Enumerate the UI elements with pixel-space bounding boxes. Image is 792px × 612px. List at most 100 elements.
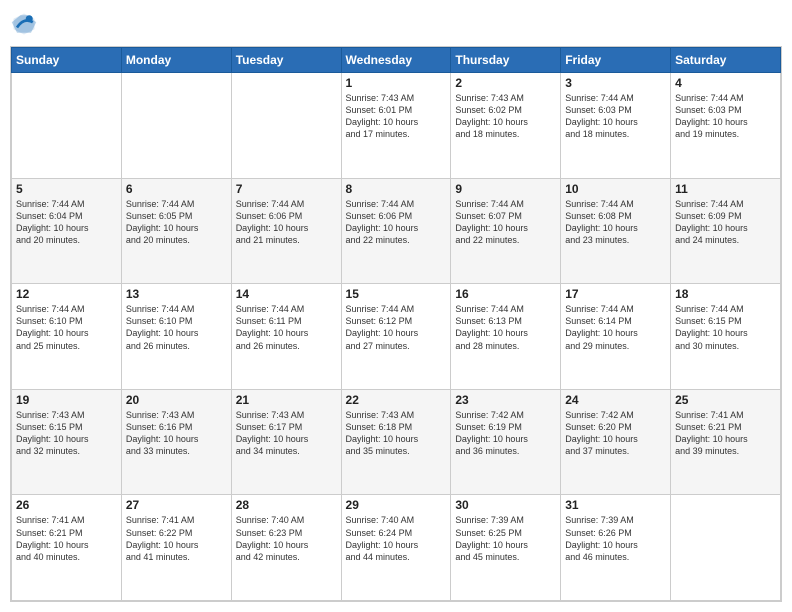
day-number: 5 (16, 182, 117, 196)
day-number: 19 (16, 393, 117, 407)
calendar-cell: 14 Sunrise: 7:44 AM Sunset: 6:11 PM Dayli… (231, 284, 341, 390)
generalblue-logo-icon (10, 10, 38, 38)
day-info: Sunrise: 7:44 AM Sunset: 6:11 PM Dayligh… (236, 303, 337, 352)
day-info: Sunrise: 7:44 AM Sunset: 6:14 PM Dayligh… (565, 303, 666, 352)
day-info: Sunrise: 7:44 AM Sunset: 6:15 PM Dayligh… (675, 303, 776, 352)
calendar-cell (671, 495, 781, 601)
calendar-cell: 8 Sunrise: 7:44 AM Sunset: 6:06 PM Daylig… (341, 178, 451, 284)
calendar-cell: 17 Sunrise: 7:44 AM Sunset: 6:14 PM Dayli… (561, 284, 671, 390)
day-info: Sunrise: 7:44 AM Sunset: 6:03 PM Dayligh… (565, 92, 666, 141)
day-info: Sunrise: 7:43 AM Sunset: 6:02 PM Dayligh… (455, 92, 556, 141)
calendar-cell: 26 Sunrise: 7:41 AM Sunset: 6:21 PM Dayli… (12, 495, 122, 601)
day-number: 4 (675, 76, 776, 90)
day-number: 10 (565, 182, 666, 196)
calendar-day-header: Saturday (671, 48, 781, 73)
calendar-cell (121, 73, 231, 179)
calendar-cell: 20 Sunrise: 7:43 AM Sunset: 6:16 PM Dayli… (121, 389, 231, 495)
calendar-week-row: 12 Sunrise: 7:44 AM Sunset: 6:10 PM Dayli… (12, 284, 781, 390)
day-info: Sunrise: 7:43 AM Sunset: 6:15 PM Dayligh… (16, 409, 117, 458)
day-number: 23 (455, 393, 556, 407)
day-info: Sunrise: 7:44 AM Sunset: 6:09 PM Dayligh… (675, 198, 776, 247)
calendar-cell: 6 Sunrise: 7:44 AM Sunset: 6:05 PM Daylig… (121, 178, 231, 284)
day-number: 2 (455, 76, 556, 90)
calendar-cell: 10 Sunrise: 7:44 AM Sunset: 6:08 PM Dayli… (561, 178, 671, 284)
day-info: Sunrise: 7:40 AM Sunset: 6:23 PM Dayligh… (236, 514, 337, 563)
calendar-cell: 27 Sunrise: 7:41 AM Sunset: 6:22 PM Dayli… (121, 495, 231, 601)
calendar-cell: 15 Sunrise: 7:44 AM Sunset: 6:12 PM Dayli… (341, 284, 451, 390)
calendar-cell: 21 Sunrise: 7:43 AM Sunset: 6:17 PM Dayli… (231, 389, 341, 495)
day-info: Sunrise: 7:44 AM Sunset: 6:06 PM Dayligh… (346, 198, 447, 247)
calendar-cell: 4 Sunrise: 7:44 AM Sunset: 6:03 PM Daylig… (671, 73, 781, 179)
day-number: 6 (126, 182, 227, 196)
day-number: 11 (675, 182, 776, 196)
day-info: Sunrise: 7:43 AM Sunset: 6:18 PM Dayligh… (346, 409, 447, 458)
calendar-cell: 24 Sunrise: 7:42 AM Sunset: 6:20 PM Dayli… (561, 389, 671, 495)
day-number: 27 (126, 498, 227, 512)
day-info: Sunrise: 7:44 AM Sunset: 6:08 PM Dayligh… (565, 198, 666, 247)
calendar-day-header: Monday (121, 48, 231, 73)
day-info: Sunrise: 7:39 AM Sunset: 6:26 PM Dayligh… (565, 514, 666, 563)
day-info: Sunrise: 7:44 AM Sunset: 6:03 PM Dayligh… (675, 92, 776, 141)
day-info: Sunrise: 7:42 AM Sunset: 6:19 PM Dayligh… (455, 409, 556, 458)
calendar-cell: 7 Sunrise: 7:44 AM Sunset: 6:06 PM Daylig… (231, 178, 341, 284)
day-number: 13 (126, 287, 227, 301)
calendar-cell: 12 Sunrise: 7:44 AM Sunset: 6:10 PM Dayli… (12, 284, 122, 390)
calendar-cell (12, 73, 122, 179)
day-number: 22 (346, 393, 447, 407)
day-info: Sunrise: 7:44 AM Sunset: 6:13 PM Dayligh… (455, 303, 556, 352)
calendar-week-row: 5 Sunrise: 7:44 AM Sunset: 6:04 PM Daylig… (12, 178, 781, 284)
day-info: Sunrise: 7:42 AM Sunset: 6:20 PM Dayligh… (565, 409, 666, 458)
day-info: Sunrise: 7:44 AM Sunset: 6:12 PM Dayligh… (346, 303, 447, 352)
calendar: SundayMondayTuesdayWednesdayThursdayFrid… (10, 46, 782, 602)
calendar-header-row: SundayMondayTuesdayWednesdayThursdayFrid… (12, 48, 781, 73)
calendar-cell: 13 Sunrise: 7:44 AM Sunset: 6:10 PM Dayli… (121, 284, 231, 390)
day-number: 1 (346, 76, 447, 90)
day-info: Sunrise: 7:39 AM Sunset: 6:25 PM Dayligh… (455, 514, 556, 563)
day-number: 26 (16, 498, 117, 512)
calendar-cell: 25Sunrise: 7:41 AM Sunset: 6:21 PM Dayli… (671, 389, 781, 495)
calendar-cell: 9Sunrise: 7:44 AM Sunset: 6:07 PM Daylig… (451, 178, 561, 284)
calendar-day-header: Sunday (12, 48, 122, 73)
day-number: 9 (455, 182, 556, 196)
calendar-cell: 30 Sunrise: 7:39 AM Sunset: 6:25 PM Dayli… (451, 495, 561, 601)
day-number: 28 (236, 498, 337, 512)
day-number: 14 (236, 287, 337, 301)
day-number: 18 (675, 287, 776, 301)
day-number: 12 (16, 287, 117, 301)
day-info: Sunrise: 7:41 AM Sunset: 6:22 PM Dayligh… (126, 514, 227, 563)
day-number: 7 (236, 182, 337, 196)
calendar-day-header: Friday (561, 48, 671, 73)
day-number: 24 (565, 393, 666, 407)
calendar-cell: 18 Sunrise: 7:44 AM Sunset: 6:15 PM Dayli… (671, 284, 781, 390)
calendar-cell: 28 Sunrise: 7:40 AM Sunset: 6:23 PM Dayli… (231, 495, 341, 601)
calendar-cell: 29Sunrise: 7:40 AM Sunset: 6:24 PM Dayli… (341, 495, 451, 601)
day-info: Sunrise: 7:44 AM Sunset: 6:05 PM Dayligh… (126, 198, 227, 247)
day-number: 15 (346, 287, 447, 301)
day-number: 20 (126, 393, 227, 407)
day-info: Sunrise: 7:41 AM Sunset: 6:21 PM Dayligh… (675, 409, 776, 458)
day-info: Sunrise: 7:43 AM Sunset: 6:16 PM Dayligh… (126, 409, 227, 458)
calendar-cell: 19 Sunrise: 7:43 AM Sunset: 6:15 PM Dayli… (12, 389, 122, 495)
day-info: Sunrise: 7:44 AM Sunset: 6:06 PM Dayligh… (236, 198, 337, 247)
logo (10, 10, 42, 38)
day-info: Sunrise: 7:43 AM Sunset: 6:17 PM Dayligh… (236, 409, 337, 458)
calendar-cell (231, 73, 341, 179)
day-number: 16 (455, 287, 556, 301)
day-info: Sunrise: 7:44 AM Sunset: 6:10 PM Dayligh… (16, 303, 117, 352)
calendar-week-row: 1 Sunrise: 7:43 AM Sunset: 6:01 PM Daylig… (12, 73, 781, 179)
day-info: Sunrise: 7:44 AM Sunset: 6:04 PM Dayligh… (16, 198, 117, 247)
calendar-week-row: 26 Sunrise: 7:41 AM Sunset: 6:21 PM Dayli… (12, 495, 781, 601)
day-info: Sunrise: 7:44 AM Sunset: 6:10 PM Dayligh… (126, 303, 227, 352)
day-number: 31 (565, 498, 666, 512)
calendar-day-header: Thursday (451, 48, 561, 73)
day-number: 17 (565, 287, 666, 301)
day-number: 29 (346, 498, 447, 512)
day-number: 8 (346, 182, 447, 196)
page: SundayMondayTuesdayWednesdayThursdayFrid… (0, 0, 792, 612)
day-number: 21 (236, 393, 337, 407)
calendar-cell: 22 Sunrise: 7:43 AM Sunset: 6:18 PM Dayli… (341, 389, 451, 495)
day-number: 30 (455, 498, 556, 512)
day-info: Sunrise: 7:41 AM Sunset: 6:21 PM Dayligh… (16, 514, 117, 563)
day-info: Sunrise: 7:43 AM Sunset: 6:01 PM Dayligh… (346, 92, 447, 141)
calendar-cell: 3Sunrise: 7:44 AM Sunset: 6:03 PM Daylig… (561, 73, 671, 179)
